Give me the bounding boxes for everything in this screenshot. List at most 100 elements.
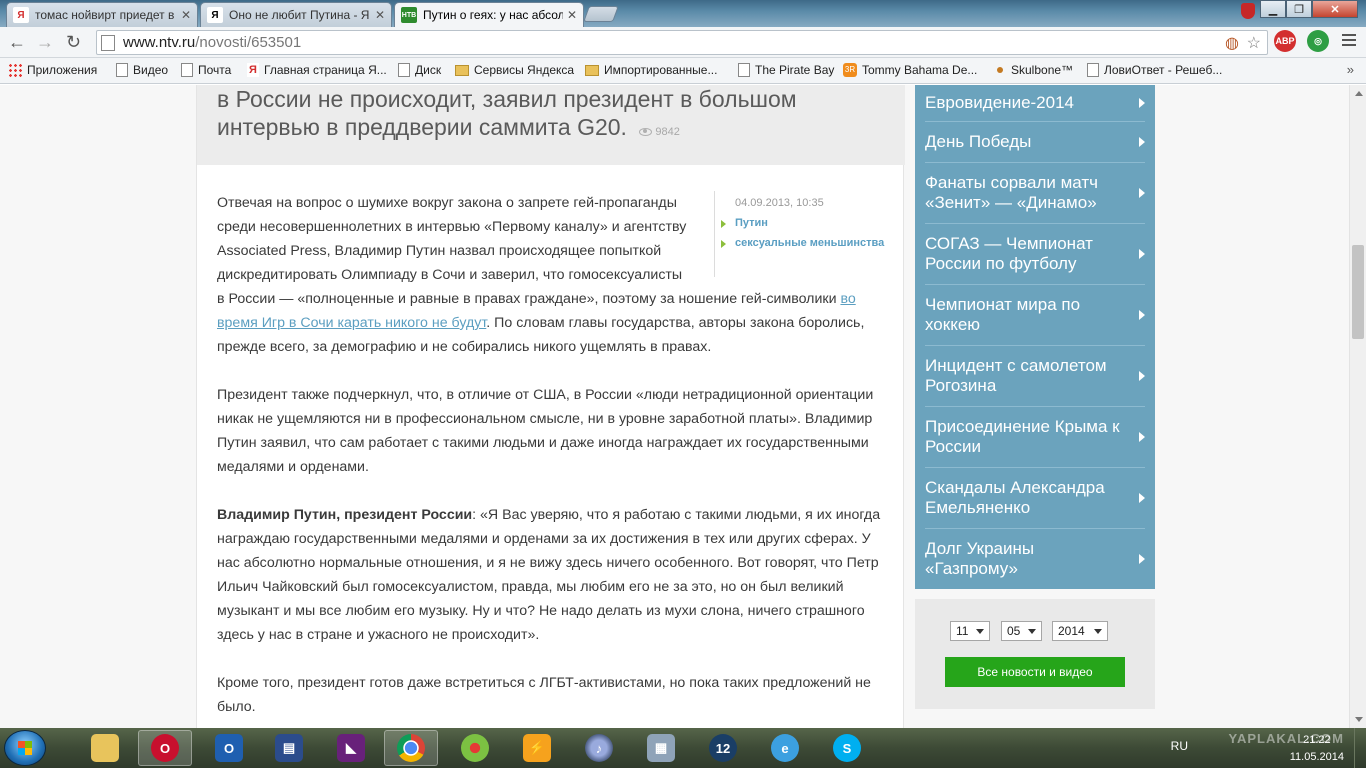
bookmark-apps[interactable]: Приложения xyxy=(8,63,97,77)
tab-2[interactable]: Я Оно не любит Путина - Я ✕ xyxy=(200,2,392,27)
tab-1[interactable]: Я томас нойвирт приедет в ✕ xyxy=(6,2,198,27)
day-select[interactable]: 11 xyxy=(950,621,990,641)
close-window-button[interactable]: ✕ xyxy=(1312,0,1358,18)
month-select[interactable]: 05 xyxy=(1001,621,1042,641)
extension-icon[interactable]: ◎ xyxy=(1307,30,1329,52)
year-select[interactable]: 2014 xyxy=(1052,621,1108,641)
taskbar-steam-like[interactable]: 12 xyxy=(696,730,750,766)
bookmark-disk[interactable]: Диск xyxy=(398,63,441,77)
page-icon xyxy=(1087,63,1099,77)
bookmarks-overflow-icon[interactable]: » xyxy=(1347,62,1354,77)
chevron-right-icon xyxy=(1139,554,1145,564)
bookmark-yandex-services[interactable]: Сервисы Яндекса xyxy=(455,63,574,77)
topics-sidebar: Евровидение-2014 День Победы Фанаты сорв… xyxy=(915,85,1155,589)
topic-item[interactable]: День Победы xyxy=(925,121,1145,162)
bookmark-yandex-home[interactable]: Я Главная страница Я... xyxy=(247,63,387,77)
paragraph-2: Президент также подчеркнул, что, в отлич… xyxy=(217,387,874,475)
reload-icon[interactable]: ↻ xyxy=(66,32,81,53)
new-tab-button[interactable] xyxy=(583,6,619,22)
close-tab-icon[interactable]: ✕ xyxy=(567,8,577,22)
chevron-down-icon xyxy=(976,629,984,634)
taskbar-skype[interactable]: S xyxy=(820,730,874,766)
bookmark-imported[interactable]: Импортированные... xyxy=(585,63,717,77)
bookmark-tommy-bahama[interactable]: 3R Tommy Bahama De... xyxy=(843,63,977,77)
topic-item[interactable]: СОГАЗ — Чемпионат России по футболу xyxy=(925,223,1145,284)
taskbar-explorer[interactable] xyxy=(78,730,132,766)
tab-title: томас нойвирт приедет в xyxy=(35,8,175,22)
topic-item[interactable]: Евровидение-2014 xyxy=(925,85,1145,121)
taskbar-ie[interactable]: e xyxy=(758,730,812,766)
month-value: 05 xyxy=(1007,624,1021,638)
topic-label: Долг Украины «Газпрому» xyxy=(925,539,1035,578)
tab-3-active[interactable]: НТВ Путин о геях: у нас абсолю ✕ xyxy=(394,2,584,27)
bookmark-label: Главная страница Я... xyxy=(264,63,387,77)
taskbar-outlook[interactable]: O xyxy=(202,730,256,766)
taskbar-save-app[interactable]: ▤ xyxy=(262,730,316,766)
topic-label: Скандалы Александра Емельяненко xyxy=(925,478,1105,517)
topic-item[interactable]: Долг Украины «Газпрому» xyxy=(925,528,1145,589)
views-count: 9842 xyxy=(655,126,680,138)
cookie-blocked-icon[interactable]: ◍ xyxy=(1225,33,1239,53)
shield-icon[interactable] xyxy=(1241,3,1255,19)
topic-item[interactable]: Инцидент с самолетом Рогозина xyxy=(925,345,1145,406)
window-controls: ▁ ❐ ✕ xyxy=(1260,0,1358,18)
taskbar-chrome[interactable] xyxy=(384,730,438,766)
maximize-button[interactable]: ❐ xyxy=(1286,0,1312,18)
minimize-button[interactable]: ▁ xyxy=(1260,0,1286,18)
bookmark-label: Приложения xyxy=(27,63,98,77)
bookmark-star-icon[interactable]: ☆ xyxy=(1247,33,1261,53)
bookmark-video[interactable]: Видео xyxy=(116,63,168,77)
topic-item[interactable]: Чемпионат мира по хоккею xyxy=(925,284,1145,345)
all-news-button[interactable]: Все новости и видео xyxy=(945,657,1125,687)
taskbar-calculator[interactable]: ▦ xyxy=(634,730,688,766)
page-scrollbar[interactable] xyxy=(1349,85,1366,728)
taskbar-itunes[interactable]: ♪ xyxy=(572,730,626,766)
clock-time: 21:22 xyxy=(1303,734,1331,746)
paragraph-4: Кроме того, президент готов даже встрети… xyxy=(217,675,871,715)
language-indicator[interactable]: RU xyxy=(1171,739,1188,753)
bookmark-label: ЛовиОтвет - Решеб... xyxy=(1104,63,1223,77)
adblock-plus-icon[interactable]: ABP xyxy=(1274,30,1296,52)
bookmark-mail[interactable]: Почта xyxy=(181,63,231,77)
chevron-right-icon xyxy=(1139,493,1145,503)
close-tab-icon[interactable]: ✕ xyxy=(375,8,385,22)
taskbar-winamp[interactable]: ⚡ xyxy=(510,730,564,766)
topic-item[interactable]: Присоединение Крыма к России xyxy=(925,406,1145,467)
scroll-up-icon[interactable] xyxy=(1355,91,1363,96)
topic-label: Евровидение-2014 xyxy=(925,93,1074,112)
page-icon xyxy=(398,63,410,77)
forward-arrow-icon[interactable]: → xyxy=(36,32,54,53)
address-bar[interactable]: www.ntv.ru/novosti/653501 ☆ ◍ xyxy=(96,30,1268,55)
bookmark-label: Сервисы Яндекса xyxy=(474,63,575,77)
paragraph-text: в России — «полноценные и равные в права… xyxy=(217,291,841,307)
bookmark-pirate-bay[interactable]: The Pirate Bay xyxy=(738,63,834,77)
scrollbar-thumb[interactable] xyxy=(1352,245,1364,339)
browser-toolbar: ← → ↻ www.ntv.ru/novosti/653501 ☆ ◍ ABP … xyxy=(0,27,1366,58)
page-icon xyxy=(116,63,128,77)
bookmark-skulbone[interactable]: Skulbone™ xyxy=(993,63,1073,77)
year-value: 2014 xyxy=(1058,624,1085,638)
taskbar-visual-studio[interactable]: ◣ xyxy=(324,730,378,766)
paragraph-1b: в России — «полноценные и равные в права… xyxy=(217,287,885,359)
bookmark-label: Импортированные... xyxy=(604,63,718,77)
bookmarks-bar: Приложения Видео Почта Я Главная страница… xyxy=(0,58,1366,84)
taskbar-opera[interactable]: O xyxy=(138,730,192,766)
bookmark-loviotvet[interactable]: ЛовиОтвет - Решеб... xyxy=(1087,63,1222,77)
ntv-favicon-icon: НТВ xyxy=(401,7,417,23)
chevron-down-icon xyxy=(1028,629,1036,634)
back-arrow-icon[interactable]: ← xyxy=(8,32,26,53)
tray-clock[interactable]: 21:22 11.05.2014 xyxy=(1290,732,1344,766)
folder-icon xyxy=(585,64,599,76)
date-selector: 11 05 2014 Все новости и видео xyxy=(915,599,1155,709)
topic-label: Инцидент с самолетом Рогозина xyxy=(925,356,1107,395)
opera-icon: O xyxy=(151,734,179,762)
taskbar-icq[interactable] xyxy=(448,730,502,766)
topic-item[interactable]: Скандалы Александра Емельяненко xyxy=(925,467,1145,528)
scroll-down-icon[interactable] xyxy=(1355,717,1363,722)
page-icon xyxy=(181,63,193,77)
chrome-menu-icon[interactable] xyxy=(1342,34,1356,49)
show-desktop-button[interactable] xyxy=(1354,728,1366,768)
start-button[interactable] xyxy=(4,730,46,766)
topic-item[interactable]: Фанаты сорвали матч «Зенит» — «Динамо» xyxy=(925,162,1145,223)
close-tab-icon[interactable]: ✕ xyxy=(181,8,191,22)
